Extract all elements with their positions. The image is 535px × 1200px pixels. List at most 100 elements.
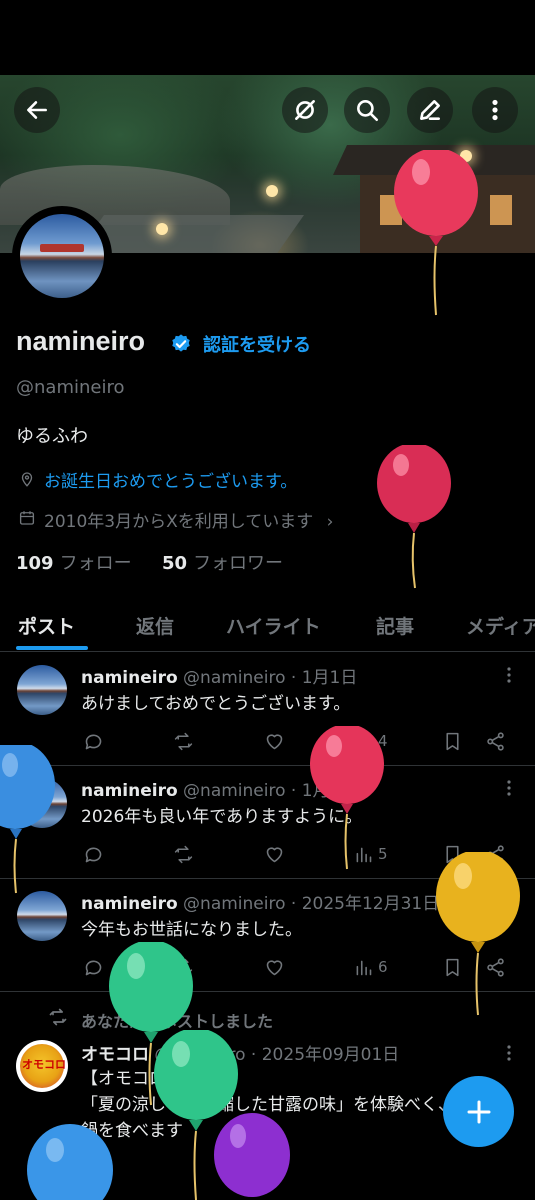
profile-tabs: ポスト 返信 ハイライト 記事 メディア bbox=[0, 600, 535, 652]
post-text: 2026年も良い年でありますように。 bbox=[81, 807, 363, 827]
post-text: あけましておめでとうございます。 bbox=[81, 694, 351, 714]
post-author[interactable]: namineiro bbox=[81, 894, 178, 914]
tab-posts[interactable]: ポスト bbox=[18, 612, 75, 639]
search-icon bbox=[357, 100, 379, 122]
post-author[interactable]: namineiro bbox=[81, 781, 178, 801]
banner-lamp bbox=[266, 185, 278, 197]
omocoro-avatar[interactable]: オモコロ bbox=[16, 1040, 68, 1092]
repost-author[interactable]: オモコロ bbox=[81, 1045, 149, 1065]
post-avatar[interactable] bbox=[17, 778, 67, 828]
tab-replies[interactable]: 返信 bbox=[136, 612, 174, 639]
views-icon bbox=[356, 734, 372, 749]
reply-icon bbox=[85, 734, 102, 749]
grok-button[interactable] bbox=[282, 87, 328, 133]
reposted-label: あなたがリポストしました bbox=[81, 1012, 274, 1031]
repost-button[interactable] bbox=[173, 842, 194, 866]
following-link[interactable]: 109 フォロー bbox=[16, 549, 132, 575]
reply-button[interactable] bbox=[83, 729, 104, 753]
post-item[interactable]: namineiro @namineiro · 2025年12月31日 今年もお世… bbox=[0, 879, 535, 992]
bookmark-icon bbox=[446, 845, 459, 863]
share-button[interactable] bbox=[485, 842, 506, 866]
heart-icon bbox=[266, 733, 283, 749]
bookmark-icon bbox=[446, 732, 459, 750]
post-author[interactable]: namineiro bbox=[81, 668, 178, 688]
repost-icon bbox=[174, 845, 193, 863]
compose-button[interactable] bbox=[443, 1076, 514, 1147]
joined-text: 2010年3月からXを利用しています bbox=[44, 512, 314, 532]
share-icon bbox=[487, 731, 504, 751]
share-button[interactable] bbox=[485, 729, 506, 753]
profile-handle: @namineiro bbox=[16, 377, 125, 398]
balloon-red bbox=[377, 445, 451, 589]
post-more-icon[interactable] bbox=[502, 891, 516, 911]
post-item[interactable]: namineiro @namineiro · 1月1日 2026年も良い年であり… bbox=[0, 766, 535, 879]
like-button[interactable] bbox=[264, 729, 285, 753]
views-button[interactable]: 5 bbox=[353, 842, 388, 866]
post-avatar[interactable] bbox=[17, 665, 67, 715]
repost-icon bbox=[49, 1008, 67, 1026]
post-avatar[interactable] bbox=[17, 891, 67, 941]
banner-lamp bbox=[460, 150, 472, 162]
post-header: namineiro @namineiro · 1月1日 bbox=[81, 776, 357, 801]
heart-icon bbox=[266, 846, 283, 862]
post-more-icon[interactable] bbox=[502, 665, 516, 685]
active-tab-indicator bbox=[16, 646, 88, 650]
views-button[interactable]: 6 bbox=[353, 955, 388, 979]
bookmark-icon bbox=[446, 958, 459, 976]
reply-button[interactable] bbox=[83, 955, 104, 979]
chevron-right-icon: › bbox=[326, 512, 334, 532]
repost-meta: @omocoro · 2025年09月01日 bbox=[154, 1045, 400, 1065]
search-button[interactable] bbox=[344, 87, 390, 133]
following-count: 109 bbox=[16, 553, 54, 574]
banner-lamp bbox=[156, 223, 168, 235]
bookmark-button[interactable] bbox=[442, 842, 463, 866]
post-actions: 6 bbox=[81, 955, 521, 981]
post-header: namineiro @namineiro · 1月1日 bbox=[81, 663, 357, 688]
followers-link[interactable]: 50 フォロワー bbox=[162, 549, 283, 575]
tab-articles[interactable]: 記事 bbox=[376, 612, 414, 639]
profile-display-name: namineiro bbox=[16, 326, 146, 356]
calendar-icon bbox=[19, 511, 35, 525]
post-header: namineiro @namineiro · 2025年12月31日 bbox=[81, 889, 439, 914]
edit-button[interactable] bbox=[407, 87, 453, 133]
tab-highlights[interactable]: ハイライト bbox=[226, 612, 321, 639]
post-item[interactable]: namineiro @namineiro · 1月1日 あけましておめでとうござ… bbox=[0, 653, 535, 766]
post-meta: @namineiro · 2025年12月31日 bbox=[183, 894, 440, 914]
post-more-icon[interactable] bbox=[502, 778, 516, 798]
share-button[interactable] bbox=[485, 955, 506, 979]
post-actions: 4 bbox=[81, 729, 521, 755]
like-button[interactable] bbox=[264, 955, 285, 979]
more-vertical-icon bbox=[492, 99, 498, 121]
tab-media[interactable]: メディア bbox=[466, 612, 535, 639]
like-button[interactable] bbox=[264, 842, 285, 866]
repost-button[interactable] bbox=[173, 729, 194, 753]
reply-icon bbox=[85, 960, 102, 975]
repost-button[interactable] bbox=[173, 955, 194, 979]
repost-icon bbox=[174, 958, 193, 976]
more-button[interactable] bbox=[472, 87, 518, 133]
back-button[interactable] bbox=[14, 87, 60, 133]
repost-header: オモコロ @omocoro · 2025年09月01日 bbox=[81, 1040, 399, 1065]
grok-icon bbox=[295, 100, 315, 120]
repost-icon bbox=[174, 732, 193, 750]
post-meta: @namineiro · 1月1日 bbox=[183, 668, 358, 688]
post-actions: 5 bbox=[81, 842, 521, 868]
get-verified-link[interactable]: 認証を受ける bbox=[203, 331, 311, 357]
joined-date[interactable]: 2010年3月からXを利用しています › bbox=[44, 507, 333, 532]
verified-badge-icon[interactable] bbox=[170, 333, 192, 355]
banner-house bbox=[360, 175, 535, 253]
share-icon bbox=[487, 844, 504, 864]
birthday-text[interactable]: お誕生日おめでとうございます。 bbox=[44, 467, 297, 492]
post-more-icon[interactable] bbox=[502, 1043, 516, 1063]
bookmark-button[interactable] bbox=[442, 955, 463, 979]
views-count: 5 bbox=[378, 845, 388, 863]
bookmark-button[interactable] bbox=[442, 729, 463, 753]
banner-window bbox=[430, 195, 452, 225]
views-button[interactable]: 4 bbox=[353, 729, 388, 753]
reply-button[interactable] bbox=[83, 842, 104, 866]
edit-icon bbox=[420, 100, 440, 120]
views-icon bbox=[356, 960, 372, 975]
banner-window bbox=[380, 195, 402, 225]
reply-icon bbox=[85, 847, 102, 862]
profile-avatar[interactable] bbox=[12, 206, 112, 306]
